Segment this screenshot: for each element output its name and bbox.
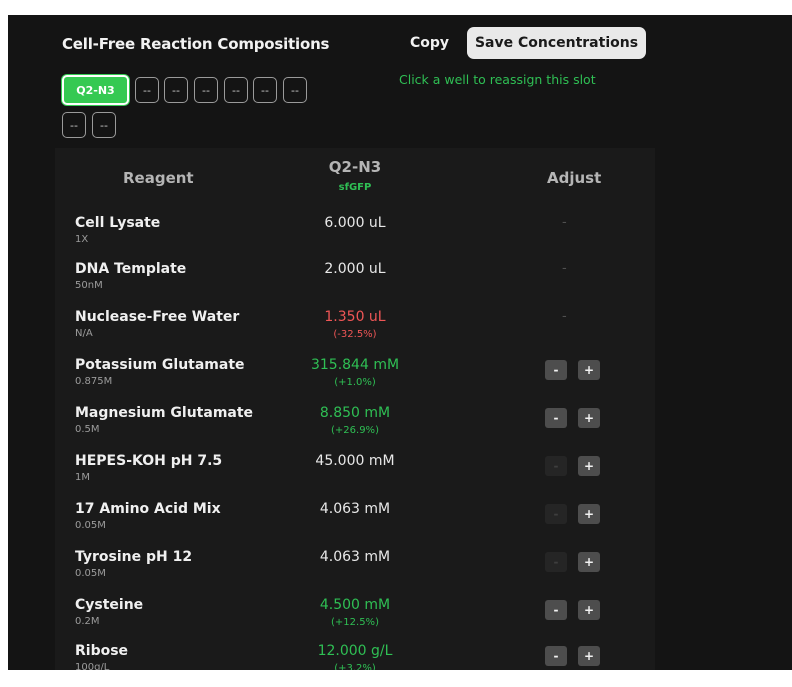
decrease-button[interactable]: - <box>545 360 567 380</box>
reagent-delta: (-32.5%) <box>333 329 377 340</box>
increase-button[interactable]: + <box>578 600 600 620</box>
slot-active[interactable]: Q2-N3 <box>62 75 129 105</box>
reagent-name: DNA Template <box>75 261 187 277</box>
reagent-name: Nuclease-Free Water <box>75 309 240 325</box>
reagent-stock-concentration: 0.2M <box>75 616 100 627</box>
increase-button[interactable]: + <box>578 408 600 428</box>
reagent-name: Potassium Glutamate <box>75 357 245 373</box>
reagent-name: 17 Amino Acid Mix <box>75 501 221 517</box>
adjust-unavailable: - <box>562 309 567 324</box>
decrease-button[interactable]: - <box>545 646 567 666</box>
slot-empty[interactable]: -- <box>224 77 248 103</box>
reagent-name: HEPES-KOH pH 7.5 <box>75 453 223 469</box>
slot-empty[interactable]: -- <box>92 112 116 138</box>
increase-button[interactable]: + <box>578 552 600 572</box>
reagent-value: 12.000 g/L <box>317 643 393 659</box>
reagent-stock-concentration: 0.875M <box>75 376 113 387</box>
table-row: DNA Template 50nM 2.000 uL - <box>8 261 792 309</box>
reagent-name: Cell Lysate <box>75 215 161 231</box>
table-row: Ribose 100g/L 12.000 g/L (+3.2%) - + <box>8 643 792 670</box>
slot-empty[interactable]: -- <box>194 77 218 103</box>
reagent-delta: (+12.5%) <box>331 617 379 628</box>
decrease-button[interactable]: - <box>545 408 567 428</box>
page-title: Cell-Free Reaction Compositions <box>62 35 330 53</box>
column-header-sample: Q2-N3 <box>328 158 382 176</box>
table-row: Nuclease-Free Water N/A 1.350 uL (-32.5%) - <box>8 309 792 357</box>
reagent-value: 2.000 uL <box>324 261 386 277</box>
reagent-value: 4.063 mM <box>319 501 391 517</box>
reagent-stock-concentration: 1X <box>75 234 89 245</box>
slot-empty[interactable]: -- <box>62 112 86 138</box>
reagent-value: 4.063 mM <box>319 549 391 565</box>
table-row: 17 Amino Acid Mix 0.05M 4.063 mM - + <box>8 501 792 549</box>
column-header-adjust: Adjust <box>547 169 602 187</box>
reagent-stock-concentration: 0.05M <box>75 520 106 531</box>
save-concentrations-button[interactable]: Save Concentrations <box>467 27 646 59</box>
adjust-unavailable: - <box>562 261 567 276</box>
reagent-name: Magnesium Glutamate <box>75 405 254 421</box>
reagent-value: 45.000 mM <box>315 453 395 469</box>
reagent-stock-concentration: 0.5M <box>75 424 100 435</box>
reagent-delta: (+3.2%) <box>334 663 376 670</box>
table-row: HEPES-KOH pH 7.5 1M 45.000 mM - + <box>8 453 792 501</box>
adjust-unavailable: - <box>562 215 567 230</box>
reagent-value: 315.844 mM <box>310 357 400 373</box>
slot-empty[interactable]: -- <box>135 77 159 103</box>
decrease-button[interactable]: - <box>545 600 567 620</box>
reagent-name: Cysteine <box>75 597 144 613</box>
reagent-stock-concentration: 100g/L <box>75 662 110 670</box>
table-row: Potassium Glutamate 0.875M 315.844 mM (+1.0… <box>8 357 792 405</box>
composition-panel: Cell-Free Reaction Compositions Copy Sav… <box>8 15 792 670</box>
decrease-button: - <box>545 504 567 524</box>
reagent-value: 4.500 mM <box>319 597 391 613</box>
decrease-button: - <box>545 456 567 476</box>
increase-button[interactable]: + <box>578 360 600 380</box>
increase-button[interactable]: + <box>578 456 600 476</box>
table-row: Cysteine 0.2M 4.500 mM (+12.5%) - + <box>8 597 792 645</box>
reagent-delta: (+1.0%) <box>334 377 376 388</box>
reagent-stock-concentration: 50nM <box>75 280 103 291</box>
reagent-name: Tyrosine pH 12 <box>75 549 193 565</box>
sample-protein-label: sfGFP <box>338 182 372 193</box>
copy-button[interactable]: Copy <box>410 35 449 51</box>
reagent-stock-concentration: N/A <box>75 328 93 339</box>
slot-empty[interactable]: -- <box>253 77 277 103</box>
increase-button[interactable]: + <box>578 504 600 524</box>
decrease-button: - <box>545 552 567 572</box>
column-header-reagent: Reagent <box>123 169 194 187</box>
reassign-hint: Click a well to reassign this slot <box>399 72 596 87</box>
reagent-delta: (+26.9%) <box>331 425 379 436</box>
increase-button[interactable]: + <box>578 646 600 666</box>
reagent-value: 1.350 uL <box>324 309 386 325</box>
reagent-stock-concentration: 1M <box>75 472 90 483</box>
slot-empty[interactable]: -- <box>283 77 307 103</box>
table-row: Tyrosine pH 12 0.05M 4.063 mM - + <box>8 549 792 597</box>
slot-empty[interactable]: -- <box>164 77 188 103</box>
reagent-value: 8.850 mM <box>319 405 391 421</box>
table-row: Cell Lysate 1X 6.000 uL - <box>8 215 792 263</box>
reagent-value: 6.000 uL <box>324 215 386 231</box>
reagent-name: Ribose <box>75 643 129 659</box>
reagent-stock-concentration: 0.05M <box>75 568 106 579</box>
table-row: Magnesium Glutamate 0.5M 8.850 mM (+26.9%) -… <box>8 405 792 453</box>
